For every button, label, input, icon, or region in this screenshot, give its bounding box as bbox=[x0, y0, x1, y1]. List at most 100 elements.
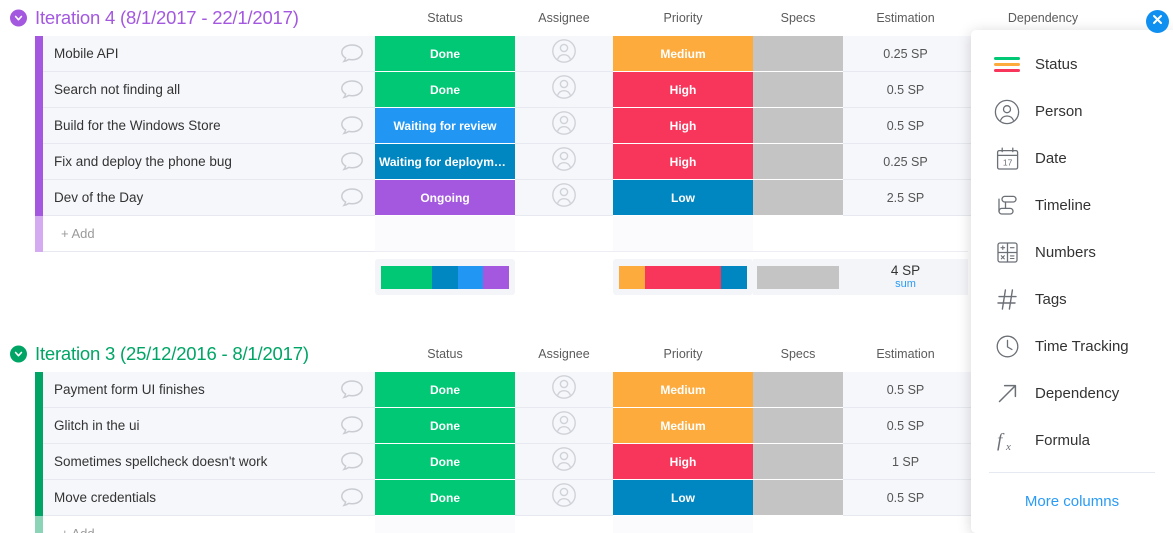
specs-cell[interactable] bbox=[753, 407, 843, 444]
status-cell[interactable]: Waiting for deployme… bbox=[375, 144, 515, 180]
priority-label: High bbox=[669, 154, 697, 169]
menu-item-dependency[interactable]: Dependency bbox=[971, 370, 1173, 417]
priority-cell[interactable]: High bbox=[613, 108, 753, 144]
priority-summary[interactable] bbox=[613, 259, 753, 295]
estimation-cell[interactable]: 0.5 SP bbox=[843, 408, 968, 444]
column-header-estimation[interactable]: Estimation bbox=[843, 347, 968, 361]
menu-item-date[interactable]: 17 Date bbox=[971, 135, 1173, 182]
status-cell[interactable]: Waiting for review bbox=[375, 108, 515, 144]
chat-icon[interactable] bbox=[337, 487, 367, 509]
column-header-assignee[interactable]: Assignee bbox=[515, 347, 613, 361]
estimation-cell[interactable]: 0.25 SP bbox=[843, 144, 968, 180]
assignee-cell[interactable] bbox=[515, 408, 613, 444]
group-title[interactable]: Iteration 4 (8/1/2017 - 22/1/2017) bbox=[35, 7, 299, 29]
column-header-priority[interactable]: Priority bbox=[613, 347, 753, 361]
row-name-cell[interactable]: Sometimes spellcheck doesn't work bbox=[43, 444, 375, 480]
status-cell[interactable]: Done bbox=[375, 408, 515, 444]
column-header-specs[interactable]: Specs bbox=[753, 347, 843, 361]
menu-item-numbers[interactable]: Numbers bbox=[971, 229, 1173, 276]
assignee-cell[interactable] bbox=[515, 480, 613, 516]
add-row[interactable]: + Add bbox=[43, 516, 375, 533]
estimation-cell[interactable]: 0.5 SP bbox=[843, 72, 968, 108]
specs-summary[interactable] bbox=[753, 259, 843, 295]
menu-item-tags[interactable]: Tags bbox=[971, 276, 1173, 323]
add-row[interactable]: + Add bbox=[43, 216, 375, 252]
specs-cell[interactable] bbox=[753, 443, 843, 480]
add-row-blank-estimation bbox=[843, 516, 968, 533]
status-cell[interactable]: Done bbox=[375, 372, 515, 408]
menu-item-status[interactable]: Status bbox=[971, 41, 1173, 88]
specs-cell[interactable] bbox=[753, 143, 843, 180]
estimation-cell[interactable]: 0.5 SP bbox=[843, 480, 968, 516]
specs-cell[interactable] bbox=[753, 35, 843, 72]
menu-item-time-tracking[interactable]: Time Tracking bbox=[971, 323, 1173, 370]
assignee-cell[interactable] bbox=[515, 72, 613, 108]
board-view: Iteration 4 (8/1/2017 - 22/1/2017) Status… bbox=[0, 0, 1173, 533]
specs-cell[interactable] bbox=[753, 371, 843, 408]
row-name-cell[interactable]: Build for the Windows Store bbox=[43, 108, 375, 144]
chat-icon[interactable] bbox=[337, 187, 367, 209]
chat-icon[interactable] bbox=[337, 379, 367, 401]
priority-cell[interactable]: High bbox=[613, 144, 753, 180]
priority-cell[interactable]: Low bbox=[613, 180, 753, 216]
status-cell[interactable]: Done bbox=[375, 480, 515, 516]
assignee-cell[interactable] bbox=[515, 444, 613, 480]
menu-item-timeline[interactable]: Timeline bbox=[971, 182, 1173, 229]
more-columns-button[interactable]: More columns bbox=[971, 473, 1173, 529]
column-header-assignee[interactable]: Assignee bbox=[515, 11, 613, 25]
specs-cell[interactable] bbox=[753, 71, 843, 108]
estimation-cell[interactable]: 0.5 SP bbox=[843, 108, 968, 144]
assignee-cell[interactable] bbox=[515, 144, 613, 180]
column-header-estimation[interactable]: Estimation bbox=[843, 11, 968, 25]
assignee-cell[interactable] bbox=[515, 108, 613, 144]
specs-cell[interactable] bbox=[753, 479, 843, 516]
specs-cell[interactable] bbox=[753, 179, 843, 216]
chat-icon[interactable] bbox=[337, 43, 367, 65]
row-name-cell[interactable]: Mobile API bbox=[43, 36, 375, 72]
priority-cell[interactable]: High bbox=[613, 444, 753, 480]
row-name-cell[interactable]: Glitch in the ui bbox=[43, 408, 375, 444]
column-header-status[interactable]: Status bbox=[375, 11, 515, 25]
row-name-cell[interactable]: Move credentials bbox=[43, 480, 375, 516]
assignee-cell[interactable] bbox=[515, 372, 613, 408]
priority-cell[interactable]: Medium bbox=[613, 36, 753, 72]
priority-cell[interactable]: Low bbox=[613, 480, 753, 516]
column-header-specs[interactable]: Specs bbox=[753, 11, 843, 25]
estimation-cell[interactable]: 0.5 SP bbox=[843, 372, 968, 408]
column-header-priority[interactable]: Priority bbox=[613, 11, 753, 25]
chat-icon[interactable] bbox=[337, 415, 367, 437]
estimation-cell[interactable]: 0.25 SP bbox=[843, 36, 968, 72]
chat-icon[interactable] bbox=[337, 451, 367, 473]
chat-icon[interactable] bbox=[337, 79, 367, 101]
estimation-summary[interactable]: 4 SP sum bbox=[843, 259, 968, 295]
column-header-dependency[interactable]: Dependency bbox=[968, 11, 1118, 25]
collapse-arrow-icon[interactable] bbox=[10, 345, 27, 363]
priority-cell[interactable]: High bbox=[613, 72, 753, 108]
menu-item-person[interactable]: Person bbox=[971, 88, 1173, 135]
collapse-arrow-icon[interactable] bbox=[10, 9, 27, 27]
row-name-cell[interactable]: Search not finding all bbox=[43, 72, 375, 108]
status-cell[interactable]: Done bbox=[375, 72, 515, 108]
row-name-cell[interactable]: Payment form UI finishes bbox=[43, 372, 375, 408]
column-header-status[interactable]: Status bbox=[375, 347, 515, 361]
menu-item-formula[interactable]: f x Formula bbox=[971, 417, 1173, 464]
assignee-cell[interactable] bbox=[515, 180, 613, 216]
priority-cell[interactable]: Medium bbox=[613, 408, 753, 444]
close-button[interactable] bbox=[1146, 10, 1169, 33]
status-cell[interactable]: Ongoing bbox=[375, 180, 515, 216]
estimation-cell[interactable]: 1 SP bbox=[843, 444, 968, 480]
group-title[interactable]: Iteration 3 (25/12/2016 - 8/1/2017) bbox=[35, 343, 309, 365]
status-cell[interactable]: Done bbox=[375, 444, 515, 480]
chat-icon[interactable] bbox=[337, 151, 367, 173]
assignee-cell[interactable] bbox=[515, 36, 613, 72]
row-name-cell[interactable]: Fix and deploy the phone bug bbox=[43, 144, 375, 180]
specs-empty-bar bbox=[753, 407, 843, 444]
chat-icon[interactable] bbox=[337, 115, 367, 137]
status-cell[interactable]: Done bbox=[375, 36, 515, 72]
estimation-cell[interactable]: 2.5 SP bbox=[843, 180, 968, 216]
specs-summary-bar bbox=[757, 265, 839, 289]
row-name-cell[interactable]: Dev of the Day bbox=[43, 180, 375, 216]
priority-cell[interactable]: Medium bbox=[613, 372, 753, 408]
specs-cell[interactable] bbox=[753, 107, 843, 144]
status-summary[interactable] bbox=[375, 259, 515, 295]
